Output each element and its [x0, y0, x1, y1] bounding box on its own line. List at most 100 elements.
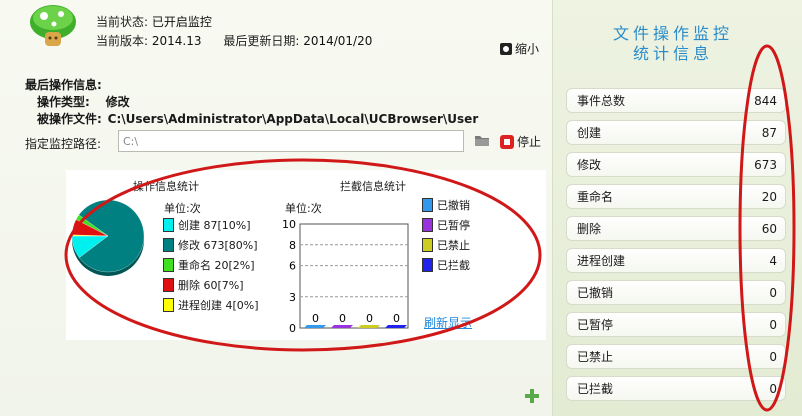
bar — [385, 325, 407, 328]
last-update-value: 2014/01/20 — [303, 34, 373, 48]
op-legend-delete: 删除 60[7%] — [163, 277, 244, 293]
right-panel-title-2: 统计信息 — [632, 44, 713, 63]
monitor-path-label: 指定监控路径: — [25, 137, 102, 151]
legend-swatch — [422, 218, 433, 232]
block-legend-revoked: 已撤销 — [422, 197, 470, 213]
legend-swatch — [422, 238, 433, 252]
legend-label: 修改 673[80%] — [178, 239, 258, 252]
legend-swatch — [422, 198, 433, 212]
legend-swatch — [163, 218, 174, 232]
block-stats-title: 拦截信息统计 — [340, 180, 406, 193]
y-tick-label: 6 — [289, 260, 296, 273]
stat-value: 0 — [769, 381, 777, 396]
stat-row-paused: 已暂停 0 — [566, 312, 786, 337]
stop-icon — [500, 134, 514, 149]
legend-label: 删除 60[7%] — [178, 279, 244, 292]
plus-icon[interactable] — [524, 388, 540, 404]
current-status-label: 当前状态: — [96, 15, 149, 29]
stat-value: 4 — [769, 253, 777, 268]
stat-row-process: 进程创建 4 — [566, 248, 786, 273]
stat-label: 事件总数 — [577, 94, 626, 108]
op-legend-process: 进程创建 4[0%] — [163, 297, 259, 313]
stat-row-delete: 删除 60 — [566, 216, 786, 241]
y-tick-label: 10 — [282, 218, 296, 231]
stat-row-create: 创建 87 — [566, 120, 786, 145]
bar-value-label: 0 — [339, 312, 346, 325]
shrink-icon — [500, 42, 512, 55]
current-status-value: 已开启监控 — [151, 15, 212, 29]
block-legend-blocked: 已拦截 — [422, 257, 470, 273]
op-file-label: 被操作文件: — [37, 112, 102, 126]
legend-swatch — [163, 298, 174, 312]
stat-row-modify: 修改 673 — [566, 152, 786, 177]
y-tick-label: 0 — [289, 322, 296, 334]
bar-value-label: 0 — [312, 312, 319, 325]
y-tick-label: 3 — [289, 291, 296, 304]
current-version-value: 2014.13 — [151, 34, 202, 48]
legend-swatch — [163, 238, 174, 252]
op-type-label: 操作类型: — [37, 95, 90, 109]
stat-value: 0 — [769, 285, 777, 300]
op-type-value: 修改 — [105, 95, 130, 109]
mushroom-logo-icon — [30, 5, 76, 46]
bar-value-label: 0 — [366, 312, 373, 325]
legend-label: 创建 87[10%] — [178, 219, 251, 232]
stat-label: 进程创建 — [577, 254, 626, 268]
folder-icon[interactable] — [474, 133, 490, 147]
op-legend-create: 创建 87[10%] — [163, 217, 251, 233]
op-legend-rename: 重命名 20[2%] — [163, 257, 255, 273]
legend-label: 已暂停 — [437, 219, 470, 232]
stat-label: 删除 — [577, 222, 602, 236]
stat-label: 已禁止 — [577, 350, 614, 364]
stat-row-revoked: 已撤销 0 — [566, 280, 786, 305]
current-status: 当前状态: 已开启监控 — [96, 13, 212, 30]
stat-row-rename: 重命名 20 — [566, 184, 786, 209]
legend-label: 重命名 20[2%] — [178, 259, 255, 272]
op-file-value: C:\Users\Administrator\AppData\Local\UCB… — [107, 112, 479, 126]
op-legend-modify: 修改 673[80%] — [163, 237, 258, 253]
stat-label: 已拦截 — [577, 382, 614, 396]
stat-row-blocked: 已拦截 0 — [566, 376, 786, 401]
op-stats-title: 操作信息统计 — [133, 180, 199, 193]
refresh-link[interactable]: 刷新显示 — [424, 314, 472, 331]
last-update-label: 最后更新日期: — [223, 34, 300, 48]
bar — [331, 325, 353, 328]
monitor-path-input[interactable] — [118, 130, 464, 152]
legend-swatch — [163, 278, 174, 292]
stat-value: 0 — [769, 349, 777, 364]
block-legend-forbidden: 已禁止 — [422, 237, 470, 253]
shrink-button[interactable]: 缩小 — [500, 40, 539, 57]
bar-value-label: 0 — [393, 312, 400, 325]
block-legend-paused: 已暂停 — [422, 217, 470, 233]
stat-row-forbidden: 已禁止 0 — [566, 344, 786, 369]
op-type-row: 操作类型: 修改 — [37, 93, 130, 110]
legend-swatch — [422, 258, 433, 272]
stat-value: 87 — [761, 125, 777, 140]
bar — [304, 325, 326, 328]
stat-label: 已撤销 — [577, 286, 614, 300]
legend-label: 已拦截 — [437, 259, 470, 272]
shrink-label: 缩小 — [515, 42, 540, 56]
op-stats-unit: 单位:次 — [164, 202, 201, 215]
legend-swatch — [163, 258, 174, 272]
op-file-row: 被操作文件: C:\Users\Administrator\AppData\Lo… — [37, 110, 478, 127]
stop-label: 停止 — [517, 135, 542, 149]
stat-row-total: 事件总数 844 — [566, 88, 786, 113]
block-bar-chart: 10 8 6 3 0 0 0 0 0 — [282, 218, 409, 334]
version-line: 当前版本: 2014.13 最后更新日期: 2014/01/20 — [96, 32, 372, 49]
stat-label: 已暂停 — [577, 318, 614, 332]
bar — [358, 325, 380, 328]
stat-label: 创建 — [577, 126, 602, 140]
last-op-title: 最后操作信息: — [25, 78, 102, 92]
stat-value: 60 — [761, 221, 777, 236]
y-tick-label: 8 — [289, 239, 296, 252]
legend-label: 已禁止 — [437, 239, 470, 252]
stat-value: 0 — [769, 317, 777, 332]
legend-label: 已撤销 — [437, 199, 470, 212]
stat-label: 重命名 — [577, 190, 614, 204]
op-pie-chart — [71, 200, 145, 276]
stat-value: 673 — [754, 157, 777, 172]
current-version-label: 当前版本: — [96, 34, 149, 48]
stat-value: 20 — [761, 189, 777, 204]
stop-button[interactable]: 停止 — [500, 133, 541, 150]
